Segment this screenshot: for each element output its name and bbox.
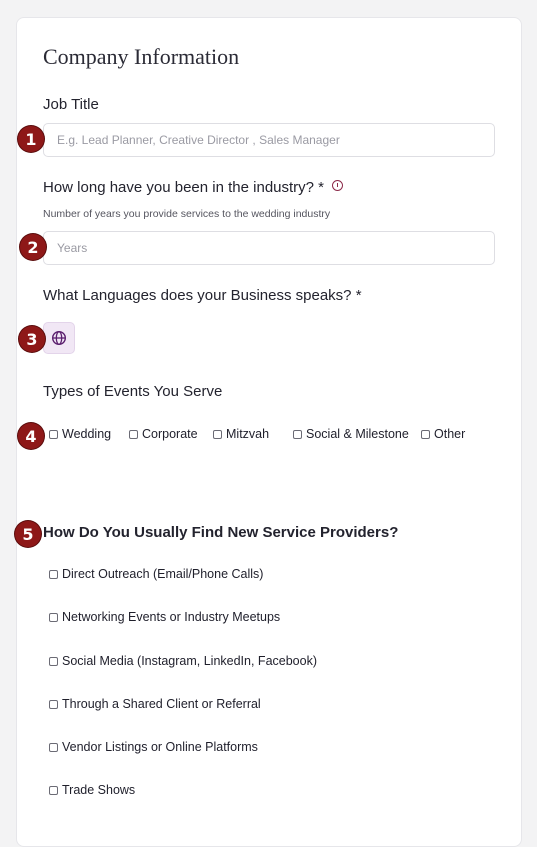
event-option-label: Wedding xyxy=(62,427,112,441)
language-picker-button[interactable] xyxy=(43,322,75,354)
globe-icon xyxy=(51,330,67,346)
checkbox[interactable] xyxy=(49,569,58,579)
checkbox[interactable] xyxy=(129,429,138,439)
annotation-badge-5: 5 xyxy=(15,521,41,547)
provider-option-label: Through a Shared Client or Referral xyxy=(62,697,261,711)
event-option-label: Social & Milestone xyxy=(306,427,409,441)
industry-years-input[interactable] xyxy=(43,231,495,265)
event-option-mitzvah[interactable]: Mitzvah xyxy=(213,427,269,441)
annotation-badge-2: 2 xyxy=(20,234,46,260)
checkbox[interactable] xyxy=(49,742,58,752)
provider-option-networking[interactable]: Networking Events or Industry Meetups xyxy=(49,610,280,624)
provider-option-social-media[interactable]: Social Media (Instagram, LinkedIn, Faceb… xyxy=(49,654,317,668)
event-option-label: Mitzvah xyxy=(226,427,270,441)
checkbox[interactable] xyxy=(213,429,222,439)
checkbox[interactable] xyxy=(49,785,58,795)
providers-label: How Do You Usually Find New Service Prov… xyxy=(43,524,399,541)
industry-help-text: Number of years you provide services to … xyxy=(43,208,331,220)
annotation-badge-1: 1 xyxy=(18,126,44,152)
provider-option-trade-shows[interactable]: Trade Shows xyxy=(49,783,135,797)
provider-option-vendor-listings[interactable]: Vendor Listings or Online Platforms xyxy=(49,740,258,754)
provider-option-label: Vendor Listings or Online Platforms xyxy=(62,740,258,754)
annotation-badge-4: 4 xyxy=(18,423,44,449)
events-label: Types of Events You Serve xyxy=(43,383,223,400)
section-title: Company Information xyxy=(43,44,240,69)
event-option-label: Corporate xyxy=(142,427,198,441)
provider-option-label: Direct Outreach (Email/Phone Calls) xyxy=(62,567,264,581)
checkbox[interactable] xyxy=(49,699,58,709)
event-option-social-milestone[interactable]: Social & Milestone xyxy=(293,427,409,441)
job-title-input[interactable] xyxy=(43,123,495,157)
event-option-corporate[interactable]: Corporate xyxy=(129,427,198,441)
checkbox[interactable] xyxy=(49,429,58,439)
event-option-wedding[interactable]: Wedding xyxy=(49,427,111,441)
job-title-label: Job Title xyxy=(43,96,99,113)
event-option-other[interactable]: Other xyxy=(421,427,465,441)
industry-label: How long have you been in the industry? … xyxy=(43,179,344,196)
provider-option-label: Trade Shows xyxy=(62,783,136,797)
checkbox[interactable] xyxy=(49,656,58,666)
checkbox[interactable] xyxy=(49,612,58,622)
event-option-label: Other xyxy=(434,427,466,441)
provider-option-direct-outreach[interactable]: Direct Outreach (Email/Phone Calls) xyxy=(49,567,263,581)
checkbox[interactable] xyxy=(293,429,302,439)
info-icon[interactable] xyxy=(332,180,344,191)
industry-label-text: How long have you been in the industry? … xyxy=(43,179,325,196)
provider-option-label: Networking Events or Industry Meetups xyxy=(62,610,281,624)
checkbox[interactable] xyxy=(421,429,430,439)
provider-option-referral[interactable]: Through a Shared Client or Referral xyxy=(49,697,261,711)
languages-label: What Languages does your Business speaks… xyxy=(43,287,362,304)
annotation-badge-3: 3 xyxy=(19,326,45,352)
provider-option-label: Social Media (Instagram, LinkedIn, Faceb… xyxy=(62,654,317,668)
